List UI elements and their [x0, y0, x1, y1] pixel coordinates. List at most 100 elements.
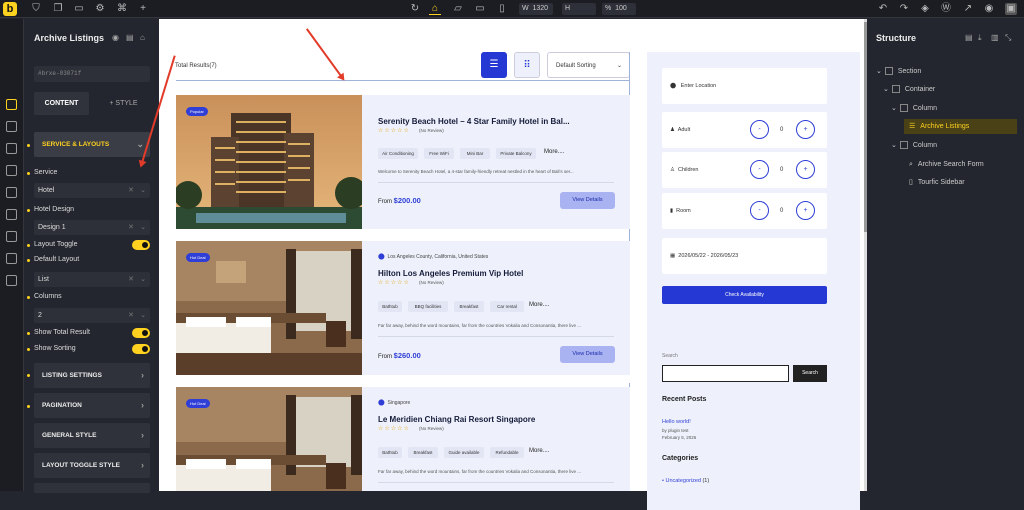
- more-link[interactable]: More....: [529, 448, 549, 454]
- hotel-design-select[interactable]: Design 1 ✕ ⌄: [34, 220, 150, 235]
- download-icon[interactable]: ⤓: [978, 33, 982, 43]
- default-layout-select[interactable]: List ✕ ⌄: [34, 272, 150, 287]
- view-details-button[interactable]: View Details: [560, 192, 615, 209]
- structure-node-column[interactable]: ⌄ Column: [891, 138, 1016, 153]
- tree-icon[interactable]: ⌂: [140, 33, 145, 42]
- save-icon[interactable]: ▣: [1005, 3, 1017, 15]
- trash-icon[interactable]: ▥: [991, 33, 999, 42]
- list-icon[interactable]: [6, 209, 17, 220]
- hotel-image[interactable]: Popular: [176, 95, 362, 229]
- check-availability-button[interactable]: Check Availability: [662, 286, 827, 304]
- columns-select[interactable]: 2 ✕ ⌄: [34, 308, 150, 323]
- structure-node-tourfic-sidebar[interactable]: ▯ Tourfic Sidebar: [904, 175, 1017, 190]
- map-icon[interactable]: [6, 231, 17, 242]
- redo-icon[interactable]: ↷: [898, 3, 910, 15]
- copy-icon[interactable]: ❐: [52, 3, 64, 15]
- section-general-style[interactable]: GENERAL STYLE ›: [34, 423, 150, 448]
- grid-view-button[interactable]: ⠿: [514, 52, 540, 78]
- mobile-icon[interactable]: ▯: [496, 3, 508, 15]
- card-title[interactable]: Hilton Los Angeles Premium Vip Hotel: [378, 269, 523, 278]
- database-icon[interactable]: ◈: [919, 3, 931, 15]
- zoom-field[interactable]: % 100: [602, 3, 636, 15]
- section-listing-settings[interactable]: LISTING SETTINGS ›: [34, 363, 150, 388]
- structure-node-container[interactable]: ⌄ Container: [883, 82, 1016, 97]
- gear-icon[interactable]: ⚙: [94, 3, 106, 15]
- more-link[interactable]: More....: [544, 149, 564, 155]
- elements-icon[interactable]: [6, 99, 17, 110]
- category-link[interactable]: • Uncategorized (1): [662, 478, 709, 484]
- eye-icon[interactable]: ◉: [112, 33, 119, 42]
- listing-card[interactable]: Popular Serenity Beach Hotel – 4 Star Fa…: [176, 95, 630, 229]
- shield-icon[interactable]: ⛉: [30, 3, 42, 15]
- hotel-image[interactable]: Hot Deal: [176, 241, 362, 375]
- view-details-button[interactable]: View Details: [560, 346, 615, 363]
- layers-icon[interactable]: ▤: [126, 33, 134, 42]
- left-icon-strip: [0, 19, 24, 491]
- layout-icon[interactable]: [6, 121, 17, 132]
- children-minus-button[interactable]: -: [750, 160, 769, 179]
- service-select[interactable]: Hotel ✕ ⌄: [34, 183, 150, 198]
- tablet-icon[interactable]: ▭: [474, 3, 486, 15]
- clear-icon[interactable]: ✕: [128, 272, 134, 287]
- media-icon[interactable]: [6, 143, 17, 154]
- brush-icon[interactable]: [6, 275, 17, 286]
- date-field[interactable]: ▦ 2026/05/22 - 2026/05/23: [662, 238, 827, 274]
- bricks-logo[interactable]: b: [3, 2, 17, 16]
- layout-toggle-switch[interactable]: [132, 240, 150, 250]
- room-plus-button[interactable]: +: [796, 201, 815, 220]
- structure-node-archive-listings[interactable]: ☰ Archive Listings: [904, 119, 1017, 134]
- clear-icon[interactable]: ✕: [128, 183, 134, 198]
- command-icon[interactable]: ⌘: [116, 3, 128, 15]
- structure-node-archive-search-form[interactable]: ⌕ Archive Search Form: [904, 157, 1017, 172]
- clear-icon[interactable]: ✕: [128, 220, 134, 235]
- sidebar-search-button[interactable]: Search: [793, 365, 827, 382]
- clipboard-icon[interactable]: ▤: [965, 33, 973, 42]
- adult-plus-button[interactable]: +: [796, 120, 815, 139]
- show-total-switch[interactable]: [132, 328, 150, 338]
- children-plus-button[interactable]: +: [796, 160, 815, 179]
- feature-chip: Air Conditioning: [378, 148, 418, 159]
- structure-node-column[interactable]: ⌄ Column: [891, 101, 1016, 116]
- clear-icon[interactable]: ✕: [128, 308, 134, 323]
- desktop-icon[interactable]: ⌂: [429, 3, 441, 15]
- structure-node-section[interactable]: ⌄ Section: [876, 64, 1016, 79]
- refresh-icon[interactable]: ↻: [409, 3, 421, 15]
- element-id-field[interactable]: #brxe-03071f: [34, 66, 150, 82]
- wordpress-icon[interactable]: Ⓦ: [940, 3, 952, 15]
- eye-icon[interactable]: ◉: [983, 3, 995, 15]
- external-link-icon[interactable]: ↗: [962, 3, 974, 15]
- location-field[interactable]: ⬤ Enter Location: [662, 68, 827, 104]
- section-layout-toggle-style[interactable]: LAYOUT TOGGLE STYLE ›: [34, 453, 150, 478]
- section-service-layouts[interactable]: SERVICE & LAYOUTS ⌄: [34, 132, 150, 157]
- plus-icon[interactable]: +: [137, 3, 149, 15]
- adult-minus-button[interactable]: -: [750, 120, 769, 139]
- section-more[interactable]: [34, 483, 150, 493]
- listing-card[interactable]: Hot Deal ⬤ Singapore Le Meridien Chiang …: [176, 387, 630, 491]
- list-view-button[interactable]: ☰: [481, 52, 507, 78]
- undo-icon[interactable]: ↶: [877, 3, 889, 15]
- show-sorting-switch[interactable]: [132, 344, 150, 354]
- sidebar-search-input[interactable]: [662, 365, 789, 382]
- shield-icon[interactable]: [6, 253, 17, 264]
- hotel-image[interactable]: Hot Deal: [176, 387, 362, 491]
- height-field[interactable]: H: [562, 3, 596, 15]
- sorting-select[interactable]: Default Sorting ⌄: [547, 52, 630, 78]
- card-title[interactable]: Le Meridien Chiang Rai Resort Singapore: [378, 415, 535, 424]
- laptop-icon[interactable]: ▱: [452, 3, 464, 15]
- listing-card[interactable]: Hot Deal ⬤ Los Angeles County, Californi…: [176, 241, 630, 375]
- crop-icon[interactable]: [6, 187, 17, 198]
- grid-icon[interactable]: [6, 165, 17, 176]
- tab-content[interactable]: CONTENT: [34, 92, 89, 115]
- folder-icon[interactable]: ▭: [73, 3, 85, 15]
- width-field[interactable]: W 1320: [519, 3, 553, 15]
- modified-dot: [27, 244, 30, 247]
- card-title[interactable]: Serenity Beach Hotel – 4 Star Family Hot…: [378, 117, 570, 126]
- tab-style[interactable]: + STYLE: [97, 92, 150, 115]
- columns-value: 2: [38, 312, 42, 319]
- section-pagination[interactable]: PAGINATION ›: [34, 393, 150, 418]
- room-minus-button[interactable]: -: [750, 201, 769, 220]
- show-total-label: Show Total Result: [34, 329, 90, 336]
- collapse-icon[interactable]: ⤡: [1005, 33, 1011, 43]
- more-link[interactable]: More....: [529, 302, 549, 308]
- post-link[interactable]: Hello world!: [662, 419, 691, 425]
